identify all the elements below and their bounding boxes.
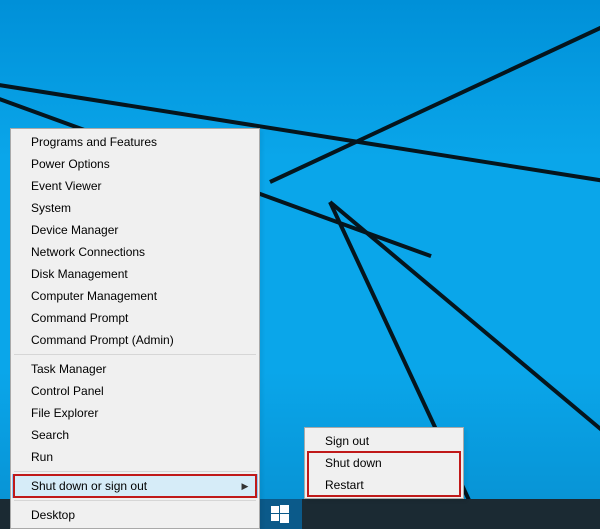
menu-item-event-viewer[interactable]: Event Viewer [13, 175, 257, 197]
menu-item-computer-management[interactable]: Computer Management [13, 285, 257, 307]
menu-item-label: Computer Management [31, 289, 157, 303]
menu-item-desktop[interactable]: Desktop [13, 504, 257, 526]
menu-item-label: Run [31, 450, 53, 464]
menu-item-control-panel[interactable]: Control Panel [13, 380, 257, 402]
menu-item-label: Device Manager [31, 223, 118, 237]
menu-item-run[interactable]: Run [13, 446, 257, 468]
menu-item-label: Search [31, 428, 69, 442]
menu-item-programs-and-features[interactable]: Programs and Features [13, 131, 257, 153]
menu-item-network-connections[interactable]: Network Connections [13, 241, 257, 263]
menu-item-label: Desktop [31, 508, 75, 522]
menu-item-label: Command Prompt [31, 311, 128, 325]
shutdown-submenu[interactable]: Sign out Shut down Restart [304, 427, 464, 499]
wallpaper-line [269, 3, 600, 184]
menu-item-label: Restart [325, 478, 364, 492]
menu-item-label: Power Options [31, 157, 110, 171]
menu-item-disk-management[interactable]: Disk Management [13, 263, 257, 285]
menu-item-device-manager[interactable]: Device Manager [13, 219, 257, 241]
menu-separator [14, 354, 256, 355]
menu-item-label: Network Connections [31, 245, 145, 259]
menu-item-power-options[interactable]: Power Options [13, 153, 257, 175]
submenu-arrow-icon: ▶ [241, 475, 249, 497]
menu-item-label: Shut down or sign out [31, 479, 147, 493]
menu-item-label: Shut down [325, 456, 382, 470]
menu-item-command-prompt[interactable]: Command Prompt [13, 307, 257, 329]
wallpaper-line [329, 200, 600, 434]
submenu-item-restart[interactable]: Restart [307, 474, 461, 496]
menu-item-search[interactable]: Search [13, 424, 257, 446]
winx-context-menu[interactable]: Programs and Features Power Options Event … [10, 128, 260, 529]
menu-item-label: File Explorer [31, 406, 98, 420]
menu-item-system[interactable]: System [13, 197, 257, 219]
submenu-item-sign-out[interactable]: Sign out [307, 430, 461, 452]
menu-item-label: Sign out [325, 434, 369, 448]
submenu-item-shut-down[interactable]: Shut down [307, 452, 461, 474]
menu-item-label: System [31, 201, 71, 215]
menu-item-command-prompt-admin[interactable]: Command Prompt (Admin) [13, 329, 257, 351]
menu-item-label: Disk Management [31, 267, 128, 281]
menu-item-label: Task Manager [31, 362, 106, 376]
windows-logo-icon [271, 505, 289, 523]
menu-separator [14, 471, 256, 472]
menu-item-label: Programs and Features [31, 135, 157, 149]
menu-item-shut-down-or-sign-out[interactable]: Shut down or sign out ▶ [13, 475, 257, 497]
menu-separator [14, 500, 256, 501]
menu-item-label: Control Panel [31, 384, 104, 398]
start-button[interactable] [258, 499, 302, 529]
menu-item-file-explorer[interactable]: File Explorer [13, 402, 257, 424]
menu-item-label: Event Viewer [31, 179, 101, 193]
menu-item-task-manager[interactable]: Task Manager [13, 358, 257, 380]
desktop-wallpaper: Programs and Features Power Options Event … [0, 0, 600, 529]
menu-item-label: Command Prompt (Admin) [31, 333, 174, 347]
